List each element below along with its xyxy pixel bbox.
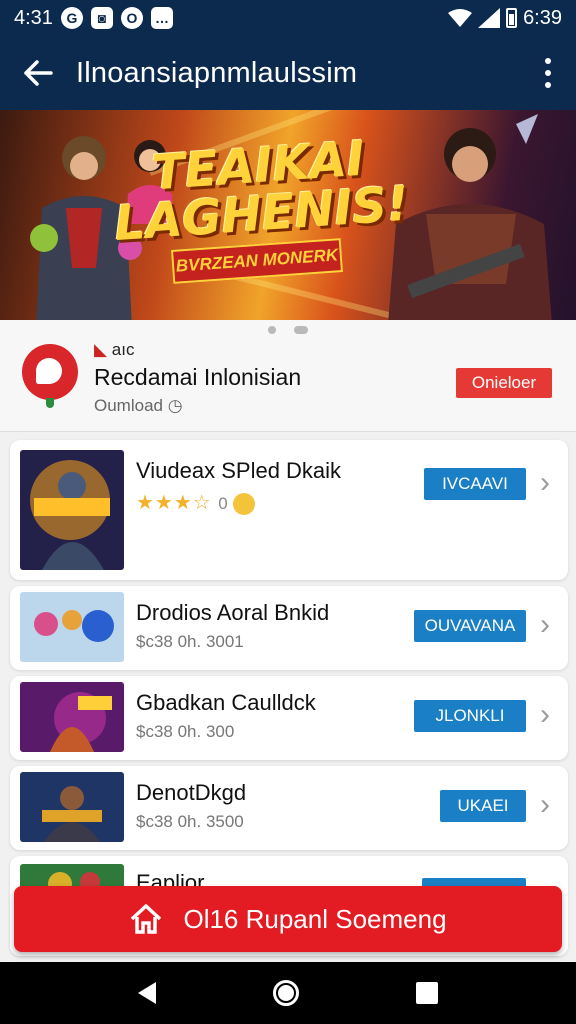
camera-icon: ◙ [90, 7, 113, 29]
nav-recents-icon[interactable] [415, 982, 438, 1004]
promo-banner[interactable]: TEAIKAI LAGHENIS! BVRZEAN MONERK [0, 110, 576, 320]
chevron-right-icon[interactable]: › [540, 700, 550, 730]
app-tag: ◣ aıc [94, 340, 134, 360]
status-bar: 4:31 G ◙ O … 6:39 [0, 0, 576, 36]
overflow-menu-button[interactable] [538, 58, 558, 88]
list-item-title: Drodios Aoral Bnkid [136, 600, 330, 625]
nav-back-icon[interactable] [138, 982, 157, 1004]
logo-bubble [36, 358, 62, 384]
rating-count: 0 [218, 494, 229, 513]
logo-tail [46, 398, 54, 408]
app-name: Recdamai Inlonisian [94, 364, 302, 390]
list-item-button[interactable]: UKAEI [440, 790, 526, 822]
screen: 4:31 G ◙ O … 6:39 Ilnoansiapnmlaulssim T… [0, 0, 576, 1024]
page-title: Ilnoansiapnmlaulssim [76, 56, 358, 89]
emoji-icon [232, 492, 255, 515]
list-item[interactable]: Drodios Aoral Bnkid $c38 0h. 3001 OUVAVA… [10, 586, 568, 670]
o-icon: O [120, 7, 143, 29]
app-meta: Oumload ◷ [94, 396, 183, 416]
game-thumbnail [20, 450, 124, 570]
carousel-dot-active[interactable] [294, 326, 308, 334]
status-time: 4:31 [14, 6, 53, 29]
banner-title: TEAIKAI LAGHENIS! [107, 131, 413, 252]
arrow-left-icon [24, 60, 53, 86]
status-left: 4:31 G ◙ O … [14, 7, 173, 30]
battery-icon [506, 8, 518, 28]
game-thumbnail [20, 682, 124, 752]
list-item-button[interactable]: IVCAAVI [424, 468, 526, 500]
list-item-title: Viudeax SPled Dkaik [136, 458, 342, 483]
list-item-button[interactable]: OUVAVANA [414, 610, 526, 642]
list-item[interactable]: DenotDkgd $c38 0h. 3500 UKAEI › [10, 766, 568, 850]
chevron-right-icon[interactable]: › [540, 468, 550, 498]
back-button[interactable] [0, 36, 76, 110]
install-button[interactable]: Onieloer [456, 368, 552, 398]
rating-stars: ★★★☆ 0 [136, 490, 255, 515]
g-icon: G [60, 7, 83, 29]
system-nav-bar [0, 962, 576, 1024]
featured-app: ◣ aıc Recdamai Inlonisian Oumload ◷ Onie… [0, 340, 576, 432]
list-item-subtitle: $c38 0h. 3500 [136, 812, 244, 831]
dot-icon [545, 82, 551, 88]
app-bar: Ilnoansiapnmlaulssim [0, 36, 576, 110]
dot-icon [545, 58, 551, 64]
app-logo [22, 344, 78, 408]
home-icon [131, 904, 162, 934]
app-meta-text: Oumload [94, 396, 163, 415]
signal-icon [478, 8, 501, 28]
list-item-button[interactable]: JLONKLI [414, 700, 526, 732]
primary-action-label: Ol16 Rupanl Soemeng [183, 903, 447, 934]
list-item-subtitle: $c38 0h. 300 [136, 722, 235, 741]
app-tag-text: aıc [111, 340, 135, 359]
carousel-indicator [0, 320, 576, 340]
carousel-dot[interactable] [268, 326, 276, 334]
chevron-right-icon[interactable]: › [540, 610, 550, 640]
chat-icon: … [150, 7, 173, 29]
game-thumbnail [20, 772, 124, 842]
list-item-title: DenotDkgd [136, 780, 247, 805]
game-thumbnail [20, 592, 124, 662]
chevron-right-icon[interactable]: › [540, 790, 550, 820]
nav-home-icon[interactable] [272, 980, 299, 1006]
wifi-icon [448, 9, 473, 27]
status-right: 6:39 [448, 7, 562, 30]
list-item[interactable]: Viudeax SPled Dkaik ★★★☆ 0 IVCAAVI › [10, 440, 568, 580]
list-item[interactable]: Gbadkan Caulldck $c38 0h. 300 JLONKLI › [10, 676, 568, 760]
dot-icon [545, 70, 551, 76]
list-item-subtitle: $c38 0h. 3001 [136, 632, 244, 651]
clock-icon: ◷ [167, 396, 183, 415]
list-item-title: Gbadkan Caulldck [136, 690, 316, 715]
flag-icon: ◣ [94, 340, 112, 359]
primary-action-button[interactable]: Ol16 Rupanl Soemeng [14, 886, 562, 952]
status-clock: 6:39 [523, 6, 562, 29]
